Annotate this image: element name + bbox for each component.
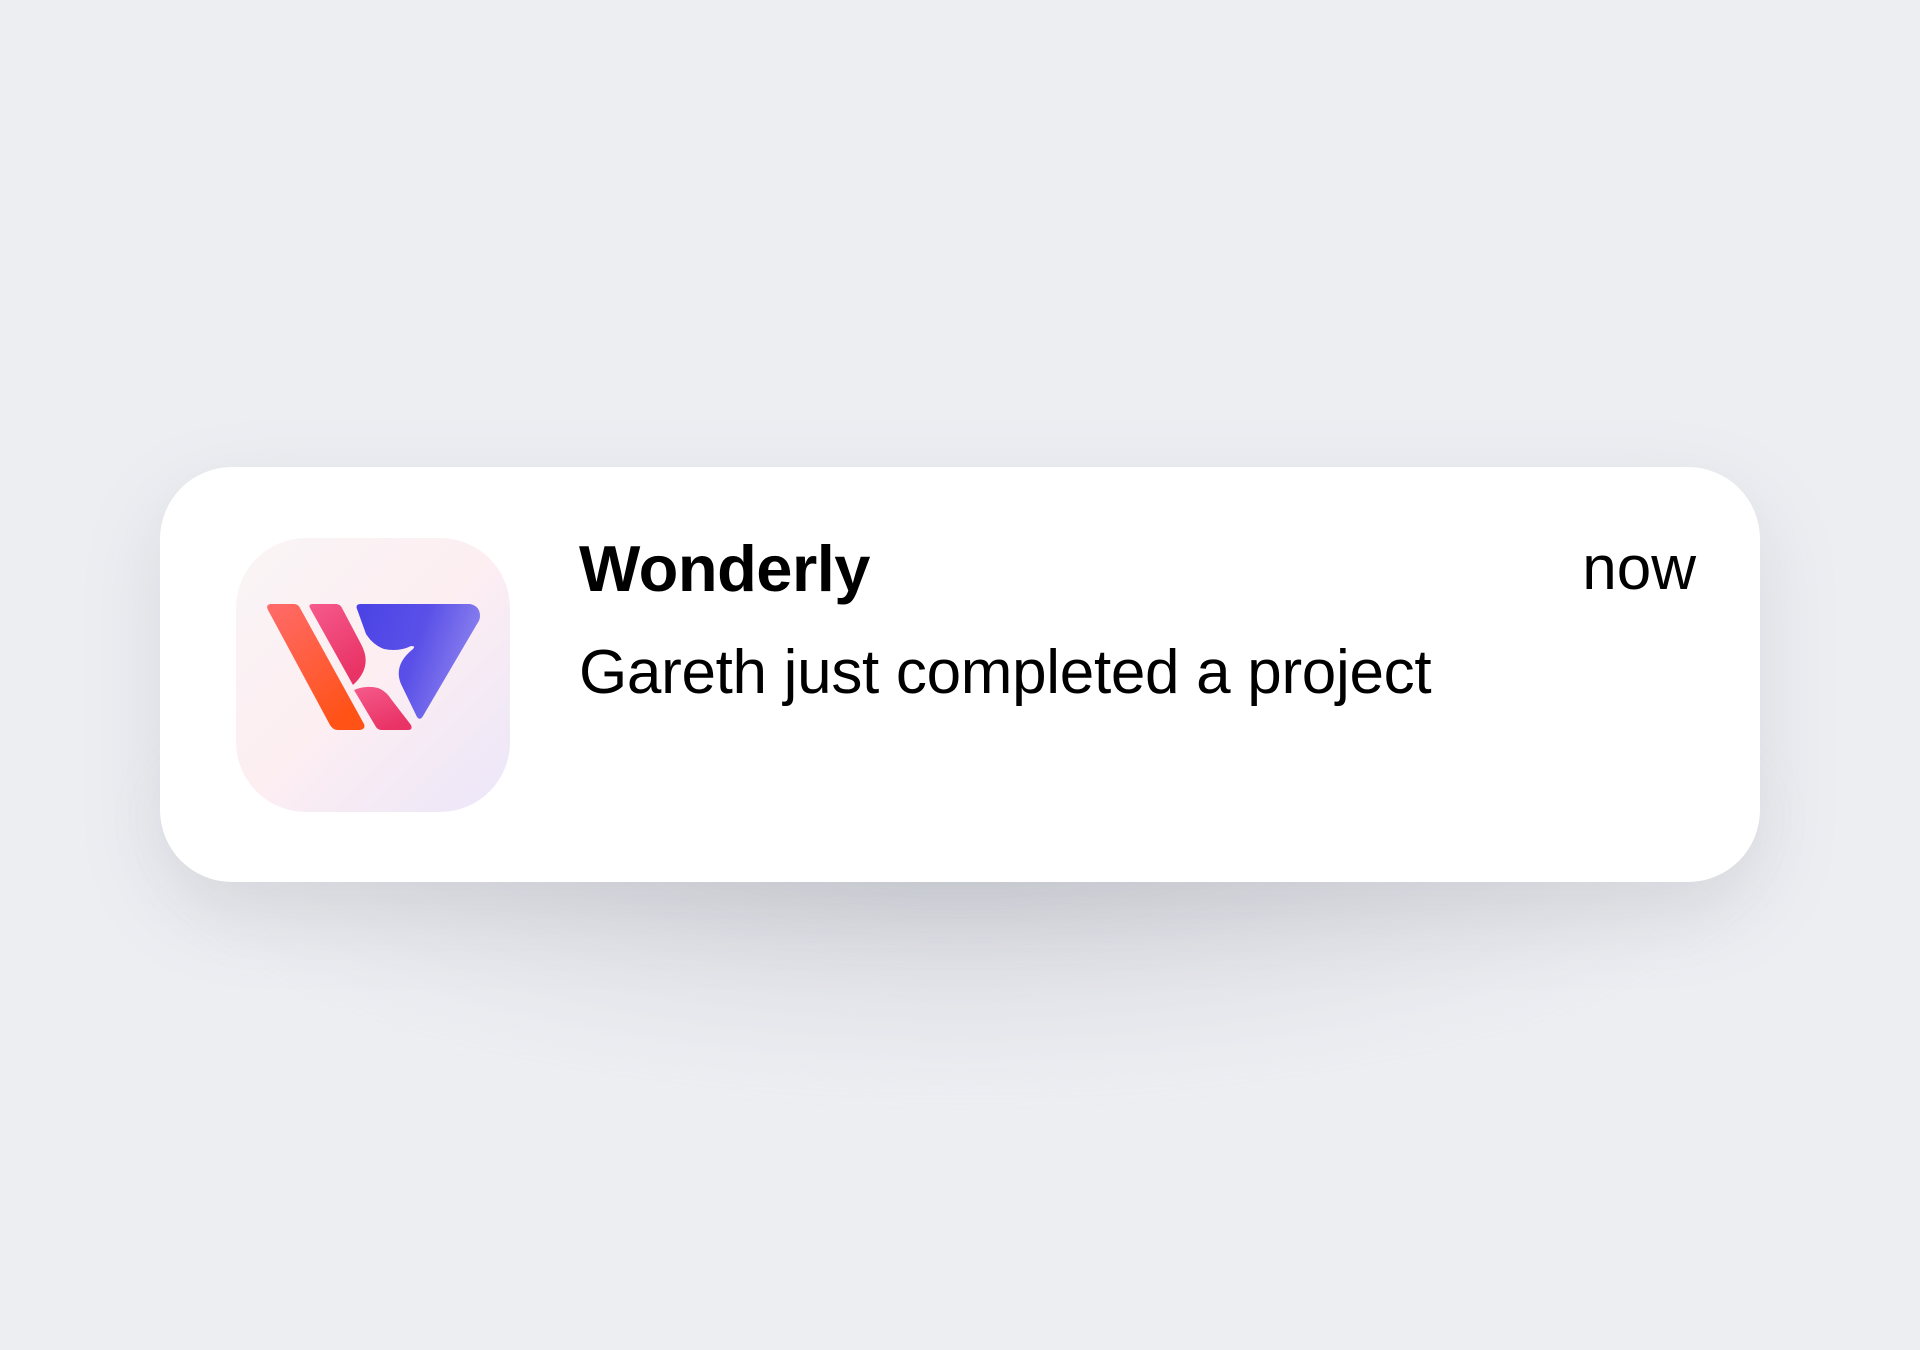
notification-banner[interactable]: Wonderly now Gareth just completed a pro…	[160, 467, 1760, 882]
notification-timestamp: now	[1582, 534, 1696, 603]
app-icon	[236, 538, 510, 812]
wonderly-logo-icon	[267, 604, 480, 730]
app-name: Wonderly	[579, 532, 870, 605]
notification-message: Gareth just completed a project	[579, 638, 1432, 707]
